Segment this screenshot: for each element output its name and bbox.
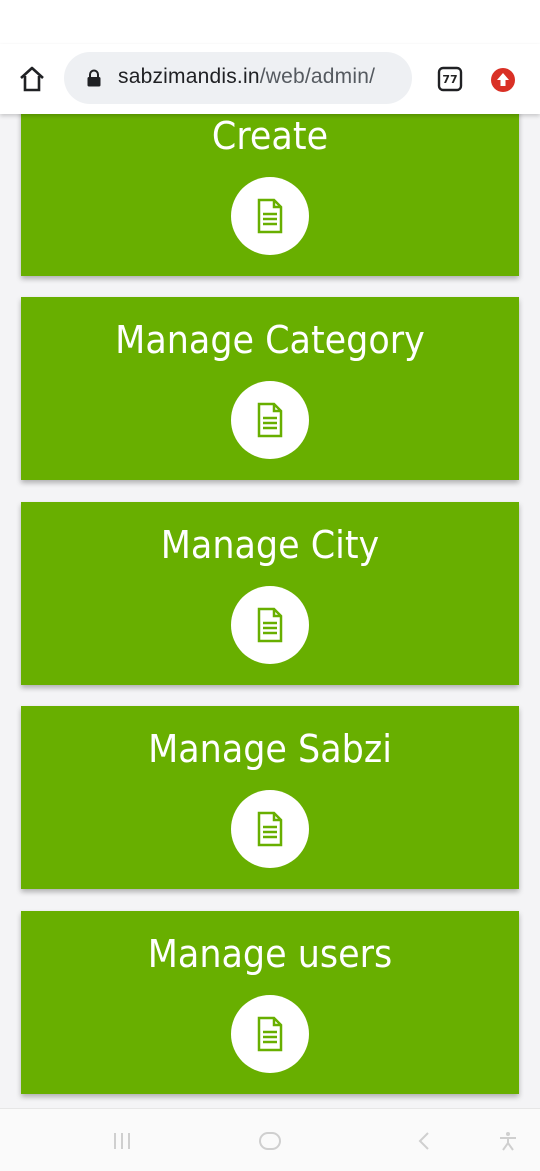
card-manage-category[interactable]: Manage Category bbox=[21, 297, 519, 480]
browser-toolbar: sabzimandis.in/web/admin/ 77 bbox=[0, 44, 540, 114]
document-icon[interactable] bbox=[231, 995, 309, 1073]
address-bar[interactable]: sabzimandis.in/web/admin/ bbox=[64, 52, 412, 104]
url-host: sabzimandis.in bbox=[118, 65, 260, 88]
card-title: Manage Sabzi bbox=[148, 727, 392, 771]
tab-switcher-button[interactable]: 77 bbox=[436, 65, 464, 93]
lock-icon bbox=[87, 69, 101, 87]
recents-icon[interactable] bbox=[108, 1129, 136, 1153]
tab-count: 77 bbox=[442, 72, 458, 86]
admin-dashboard: Create Manage Category Manage City Manag… bbox=[0, 0, 540, 1108]
home-icon[interactable] bbox=[14, 61, 50, 97]
back-icon[interactable] bbox=[410, 1129, 438, 1153]
document-icon[interactable] bbox=[231, 177, 309, 255]
url-path: /web/admin/ bbox=[259, 65, 376, 88]
card-manage-users[interactable]: Manage users bbox=[21, 911, 519, 1094]
system-navigation-bar bbox=[0, 1108, 540, 1171]
card-manage-city[interactable]: Manage City bbox=[21, 502, 519, 685]
card-title: Manage Category bbox=[115, 318, 425, 362]
document-icon[interactable] bbox=[231, 381, 309, 459]
card-title: Manage City bbox=[160, 523, 380, 567]
update-icon[interactable] bbox=[489, 66, 517, 94]
document-icon[interactable] bbox=[231, 790, 309, 868]
document-icon[interactable] bbox=[231, 586, 309, 664]
accessibility-icon[interactable] bbox=[494, 1129, 522, 1153]
card-title: Create bbox=[211, 114, 329, 158]
card-manage-sabzi[interactable]: Manage Sabzi bbox=[21, 706, 519, 889]
url-text: sabzimandis.in/web/admin/ bbox=[118, 65, 375, 89]
card-title: Manage users bbox=[147, 932, 393, 976]
home-circle-icon[interactable] bbox=[256, 1129, 284, 1153]
card-create[interactable]: Create bbox=[21, 93, 519, 276]
